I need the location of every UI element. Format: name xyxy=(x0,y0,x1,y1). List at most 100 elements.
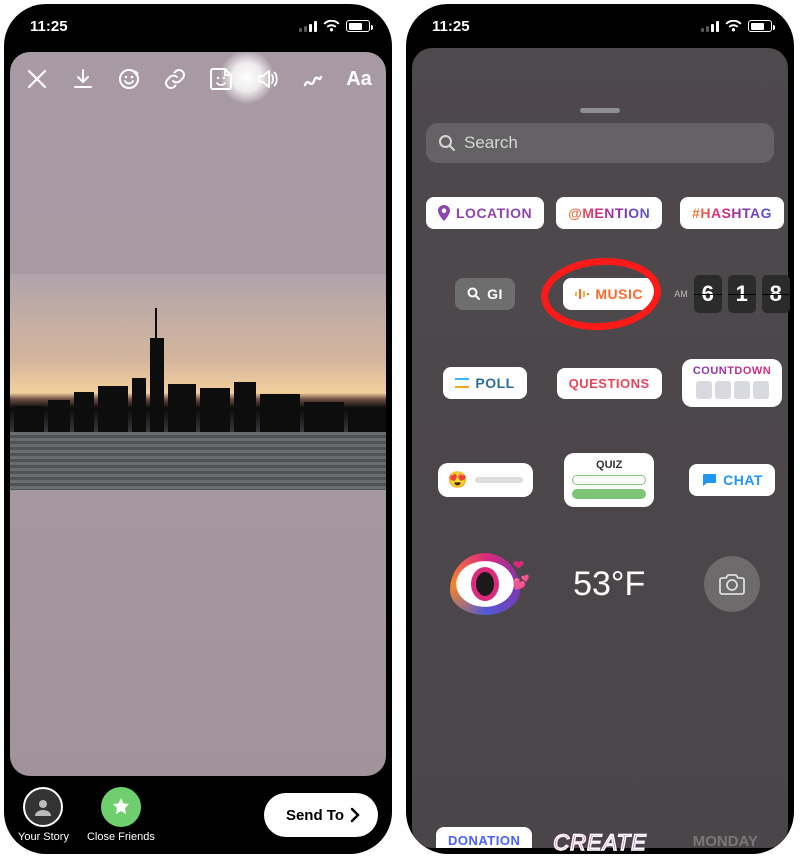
status-right xyxy=(299,20,370,32)
sticker-sheet[interactable]: Search LOCATION @MENTION #HASHTAG GI xyxy=(412,98,788,854)
gif-sticker[interactable]: GI xyxy=(455,278,515,310)
location-sticker[interactable]: LOCATION xyxy=(426,197,544,229)
emoji-icon: 😍 xyxy=(448,470,468,490)
questions-label: QUESTIONS xyxy=(569,376,650,391)
link-button[interactable] xyxy=(160,67,190,91)
wifi-icon xyxy=(323,20,340,32)
countdown-sticker[interactable]: COUNTDOWN xyxy=(682,359,782,407)
day-sticker[interactable]: MONDAY xyxy=(693,833,758,850)
water-illustration xyxy=(10,432,386,490)
text-icon-label: Aa xyxy=(346,68,372,90)
time-digit: 8 xyxy=(762,275,790,313)
status-bar: 11:25 xyxy=(406,4,794,48)
cell-signal-icon xyxy=(299,21,317,32)
poll-label: POLL xyxy=(475,375,514,391)
donation-sticker[interactable]: DONATION xyxy=(436,827,532,848)
camera-sticker[interactable] xyxy=(704,556,760,612)
story-editor-screen: 11:25 xyxy=(4,4,392,854)
sound-icon xyxy=(255,67,279,91)
battery-icon xyxy=(748,20,772,32)
pin-icon xyxy=(438,205,450,221)
battery-icon xyxy=(346,20,370,32)
your-story-label: Your Story xyxy=(18,831,69,843)
time-digit: 6 xyxy=(694,275,722,313)
music-label: MUSIC xyxy=(595,286,643,302)
face-effect-button[interactable] xyxy=(114,67,144,91)
draw-icon xyxy=(301,67,325,91)
temperature-label: 53°F xyxy=(573,565,645,603)
search-icon xyxy=(467,287,481,301)
temperature-sticker[interactable]: 53°F xyxy=(573,565,645,604)
countdown-boxes xyxy=(692,381,772,399)
hashtag-label: #HASHTAG xyxy=(692,205,772,221)
close-button[interactable] xyxy=(22,68,52,90)
sticker-search-input[interactable]: Search xyxy=(426,123,774,163)
music-sticker-wrapper: MUSIC xyxy=(563,278,655,310)
poll-bars-icon xyxy=(455,378,469,388)
mention-label: @MENTION xyxy=(568,205,650,221)
sheet-grabber[interactable] xyxy=(580,108,620,113)
wifi-icon xyxy=(725,20,742,32)
voice-sticker[interactable]: ❤💕 xyxy=(450,553,520,615)
mention-sticker[interactable]: @MENTION xyxy=(556,197,662,229)
music-bars-icon xyxy=(575,287,589,301)
create-sticker[interactable]: CREATE xyxy=(553,830,647,854)
gif-label: GI xyxy=(487,286,503,302)
close-friends-button[interactable]: Close Friends xyxy=(87,787,155,843)
face-effect-icon xyxy=(117,67,141,91)
send-to-button[interactable]: Send To xyxy=(264,793,378,837)
hashtag-sticker[interactable]: #HASHTAG xyxy=(680,197,784,229)
gif-sticker-wrapper: GI xyxy=(455,278,515,310)
status-bar: 11:25 xyxy=(4,4,392,48)
editor-toolbar: Aa xyxy=(22,66,374,92)
story-media-preview[interactable] xyxy=(10,274,386,490)
skyline-illustration xyxy=(10,372,386,432)
location-label: LOCATION xyxy=(456,205,532,221)
clock: 11:25 xyxy=(432,18,470,35)
chat-icon xyxy=(701,473,717,487)
sound-button[interactable] xyxy=(252,67,282,91)
status-right xyxy=(701,20,772,32)
sticker-button[interactable] xyxy=(206,66,236,92)
chat-label: CHAT xyxy=(723,472,763,488)
donation-label: DONATION xyxy=(448,833,520,848)
questions-sticker[interactable]: QUESTIONS xyxy=(557,368,662,399)
quiz-label: QUIZ xyxy=(572,459,646,471)
sticker-icon xyxy=(208,66,234,92)
search-placeholder: Search xyxy=(464,133,518,153)
time-sticker[interactable]: AM 6 1 8 xyxy=(674,275,790,313)
create-label: CREATE xyxy=(553,830,647,854)
quiz-option xyxy=(572,475,646,485)
sticker-grid: LOCATION @MENTION #HASHTAG GI MUSIC xyxy=(426,197,774,615)
star-icon xyxy=(101,787,141,827)
poll-sticker[interactable]: POLL xyxy=(443,367,526,399)
chevron-right-icon xyxy=(350,807,360,823)
quiz-sticker[interactable]: QUIZ xyxy=(564,453,654,507)
cell-signal-icon xyxy=(701,21,719,32)
story-canvas[interactable]: Aa xyxy=(10,52,386,776)
search-icon xyxy=(438,134,456,152)
link-icon xyxy=(163,67,187,91)
your-story-button[interactable]: Your Story xyxy=(18,787,69,843)
slider-track xyxy=(475,477,522,483)
ampm-label: AM xyxy=(674,289,688,299)
draw-button[interactable] xyxy=(298,67,328,91)
countdown-label: COUNTDOWN xyxy=(692,365,772,377)
day-label: MONDAY xyxy=(693,833,758,850)
avatar xyxy=(23,787,63,827)
chat-sticker[interactable]: CHAT xyxy=(689,464,775,496)
send-to-label: Send To xyxy=(286,807,344,824)
sticker-picker-screen: 11:25 Search LOCATION @MENTION #HASHTAG xyxy=(406,4,794,854)
clock: 11:25 xyxy=(30,18,68,35)
quiz-option xyxy=(572,489,646,499)
share-bar: Your Story Close Friends Send To xyxy=(4,776,392,854)
save-button[interactable] xyxy=(68,68,98,90)
close-friends-label: Close Friends xyxy=(87,831,155,843)
emoji-slider-sticker[interactable]: 😍 xyxy=(438,463,533,497)
download-icon xyxy=(72,68,94,90)
camera-icon xyxy=(719,573,745,595)
music-sticker[interactable]: MUSIC xyxy=(563,278,655,310)
hearts-icon: ❤💕 xyxy=(513,557,530,591)
close-icon xyxy=(26,68,48,90)
text-button[interactable]: Aa xyxy=(344,68,374,91)
